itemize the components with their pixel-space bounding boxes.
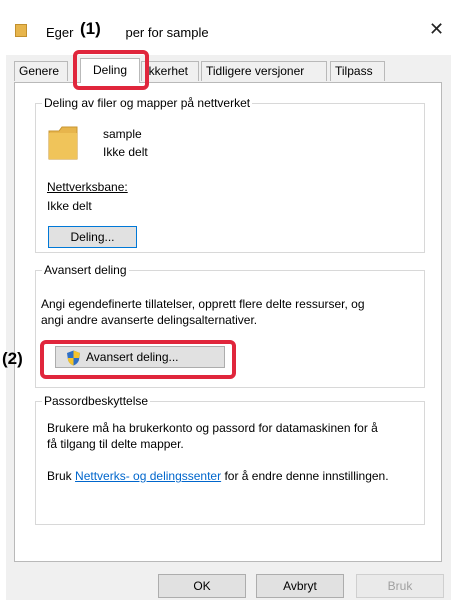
folder-icon xyxy=(15,24,27,37)
highlight-box-2 xyxy=(40,340,236,379)
callout-1: (1) xyxy=(79,19,102,39)
tab-general-label: Genere xyxy=(19,64,60,78)
password-change-suffix: for å endre denne innstillingen. xyxy=(224,469,389,483)
password-change-prefix: Bruk xyxy=(47,469,72,483)
window-title-suffix: per for sample xyxy=(125,25,209,40)
password-protection-title: Passordbeskyttelse xyxy=(42,394,151,408)
tab-panel: Deling av filer og mapper på nettverket … xyxy=(14,82,442,562)
apply-button-label: Bruk xyxy=(387,579,413,593)
password-protection-group: Passordbeskyttelse xyxy=(35,394,425,525)
folder-share-status: Ikke delt xyxy=(103,145,148,159)
folder-name: sample xyxy=(103,127,142,141)
highlight-box-1 xyxy=(73,50,149,90)
tab-security[interactable]: ikkerhet xyxy=(141,61,199,81)
network-sharing-title: Deling av filer og mapper på nettverket xyxy=(42,96,253,110)
apply-button[interactable]: Bruk xyxy=(356,574,444,598)
cancel-button-label: Avbryt xyxy=(283,579,317,593)
cancel-button[interactable]: Avbryt xyxy=(256,574,344,598)
network-path-label-text: Nettverksbane: xyxy=(47,180,128,194)
advanced-sharing-title: Avansert deling xyxy=(42,263,129,277)
callout-2: (2) xyxy=(2,349,23,368)
tab-customize-label: Tilpass xyxy=(335,64,373,78)
tab-customize[interactable]: Tilpass xyxy=(330,61,385,81)
tab-general[interactable]: Genere xyxy=(14,61,68,81)
network-path-value: Ikke delt xyxy=(47,199,92,213)
password-desc-2: få tilgang til delte mapper. xyxy=(47,437,184,451)
ok-button[interactable]: OK xyxy=(158,574,246,598)
window-title-prefix: Eger xyxy=(46,25,74,40)
window-title: Eger per for sample xyxy=(46,25,209,40)
shared-folder-icon xyxy=(48,126,78,160)
ok-button-label: OK xyxy=(193,579,211,593)
password-change-line: Bruk Nettverks- og delingssenter for å e… xyxy=(47,469,389,483)
tab-security-label: ikkerhet xyxy=(146,64,189,78)
network-path-label: Nettverksbane: xyxy=(47,180,128,194)
password-desc-1: Brukere må ha brukerkonto og passord for… xyxy=(47,421,378,435)
network-sharing-center-link[interactable]: Nettverks- og delingssenter xyxy=(75,469,221,483)
tab-previous-versions-label: Tidligere versjoner xyxy=(206,64,305,78)
close-icon[interactable]: ✕ xyxy=(429,19,444,40)
advanced-sharing-desc-1: Angi egendefinerte tillatelser, opprett … xyxy=(41,297,365,311)
share-button-label: Deling... xyxy=(70,230,115,244)
advanced-sharing-desc-2: angi andre avanserte delingsalternativer… xyxy=(41,313,258,327)
share-button[interactable]: Deling... xyxy=(48,226,137,248)
tab-previous-versions[interactable]: Tidligere versjoner xyxy=(201,61,327,81)
